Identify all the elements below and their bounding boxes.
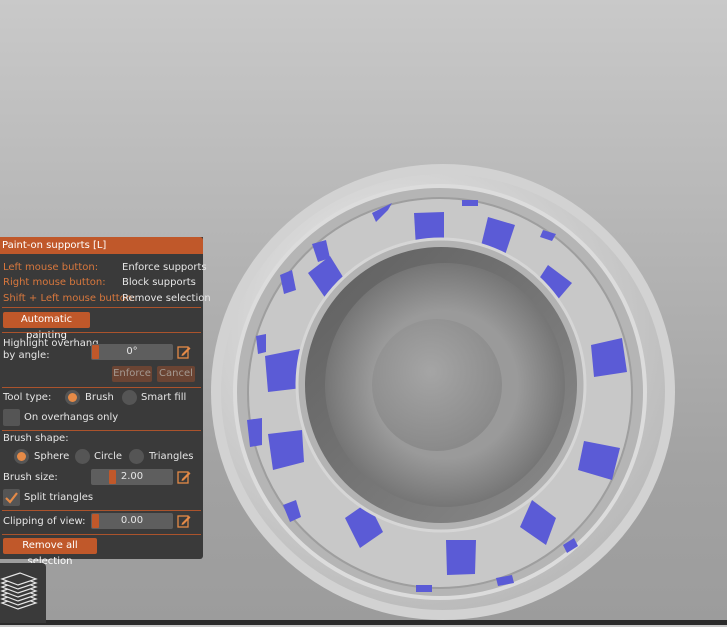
remove-all-selection-button[interactable]: Remove all selection: [3, 538, 97, 567]
layers-icon: [0, 572, 38, 610]
clipping-of-view-label: Clipping of view:: [3, 516, 86, 527]
tool-smart-fill-radio[interactable]: [122, 390, 137, 405]
on-overhangs-only-checkbox[interactable]: [3, 409, 20, 426]
split-triangles-checkbox[interactable]: [3, 489, 20, 506]
highlight-overhang-label-1: Highlight overhang: [3, 338, 99, 349]
split-triangles-label[interactable]: Split triangles: [24, 492, 93, 504]
highlight-angle-value: 0°: [126, 346, 138, 357]
center-hub: [372, 319, 502, 451]
highlight-overhang-label-2: by angle:: [3, 350, 50, 361]
automatic-painting-button[interactable]: Automatic painting: [3, 312, 90, 341]
shape-circle-radio[interactable]: [75, 449, 90, 464]
right-mouse-key: Right mouse button:: [3, 277, 106, 288]
bearing-model[interactable]: [211, 164, 675, 620]
bottom-bar: [0, 620, 727, 625]
paint-on-supports-panel: Paint-on supports [L] Left mouse button:…: [0, 237, 211, 567]
clipping-of-view-slider[interactable]: 0.00: [91, 513, 173, 529]
tool-brush-label[interactable]: Brush: [85, 392, 114, 404]
brush-size-value: 2.00: [120, 471, 144, 482]
brush-size-label: Brush size:: [3, 472, 58, 483]
separator: [2, 510, 201, 511]
cancel-button[interactable]: Cancel: [157, 366, 195, 382]
shape-triangles-radio[interactable]: [129, 449, 144, 464]
tool-smart-fill-label[interactable]: Smart fill: [141, 392, 186, 404]
brush-size-slider[interactable]: 2.00: [91, 469, 173, 485]
layers-button[interactable]: [0, 563, 46, 623]
separator: [2, 332, 201, 333]
separator: [2, 430, 201, 431]
shape-sphere-radio[interactable]: [14, 449, 29, 464]
left-mouse-key: Left mouse button:: [3, 262, 99, 273]
separator: [2, 307, 201, 308]
highlight-angle-slider[interactable]: 0°: [91, 344, 173, 360]
right-mouse-action: Block supports: [122, 277, 196, 288]
shape-circle-label[interactable]: Circle: [94, 451, 122, 463]
tool-brush-radio[interactable]: [65, 390, 80, 405]
shape-triangles-label[interactable]: Triangles: [149, 451, 193, 463]
shift-left-mouse-action: Remove selection: [122, 293, 211, 304]
panel-title[interactable]: Paint-on supports [L]: [0, 237, 203, 254]
pencil-edit-icon[interactable]: [177, 470, 191, 484]
shift-left-mouse-key: Shift + Left mouse button:: [3, 293, 136, 304]
separator: [2, 387, 201, 388]
separator: [2, 534, 201, 535]
left-mouse-action: Enforce supports: [122, 262, 207, 273]
tool-type-label: Tool type:: [3, 392, 52, 403]
clipping-of-view-value: 0.00: [120, 515, 144, 526]
checkmark-icon: [5, 492, 18, 504]
pencil-edit-icon[interactable]: [177, 345, 191, 359]
enforce-button[interactable]: Enforce: [112, 366, 152, 382]
shape-sphere-label[interactable]: Sphere: [34, 451, 69, 463]
on-overhangs-only-label[interactable]: On overhangs only: [24, 412, 118, 424]
brush-shape-label: Brush shape:: [3, 433, 69, 444]
pencil-edit-icon[interactable]: [177, 514, 191, 528]
